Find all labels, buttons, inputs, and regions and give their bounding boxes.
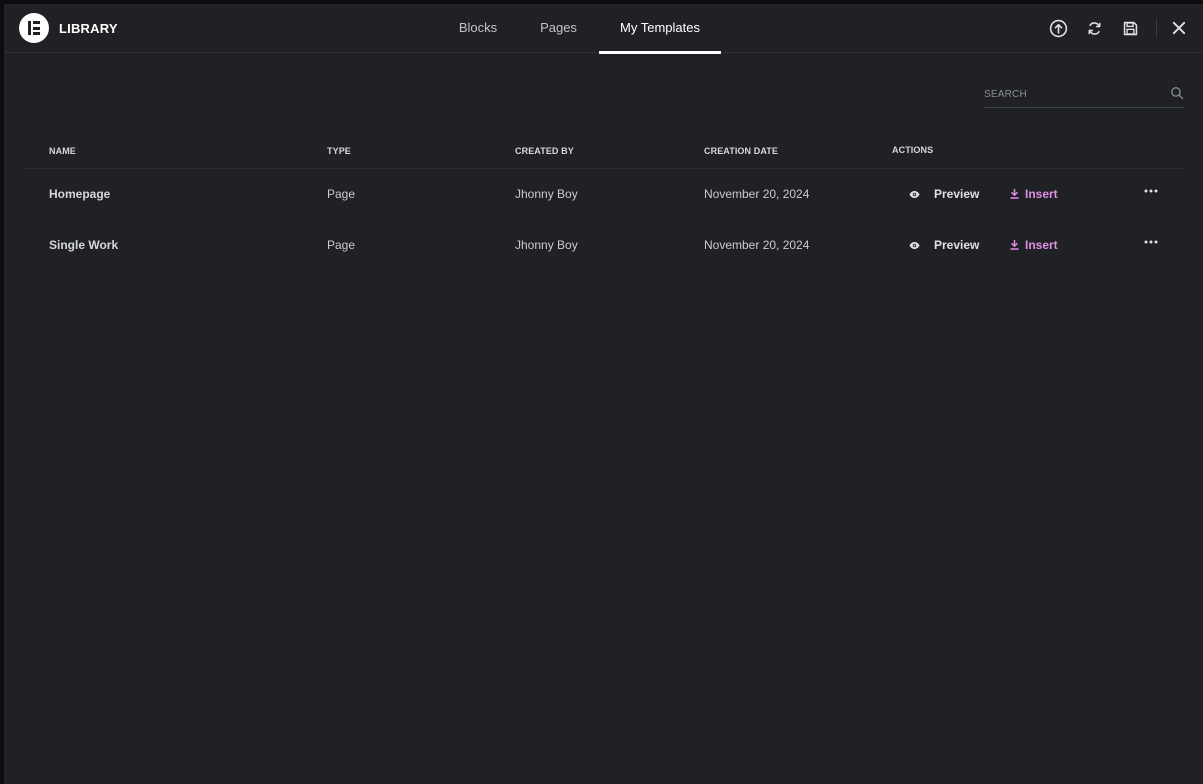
download-icon — [1010, 240, 1019, 250]
header-tools — [1048, 18, 1189, 38]
save-template-button[interactable] — [1120, 18, 1140, 38]
template-author: Jhonny Boy — [515, 238, 578, 252]
column-creation-date: CREATION DATE — [704, 146, 778, 156]
preview-label: Preview — [934, 238, 980, 252]
more-options-button[interactable] — [1142, 183, 1160, 199]
template-name: Single Work — [49, 238, 119, 252]
close-button[interactable] — [1169, 18, 1189, 38]
ellipsis-icon — [1144, 189, 1158, 193]
template-type: Page — [327, 187, 356, 201]
search-box — [984, 84, 1184, 108]
import-template-button[interactable] — [1048, 18, 1068, 38]
eye-icon — [909, 241, 920, 249]
template-author: Jhonny Boy — [515, 187, 578, 201]
column-name: NAME — [49, 146, 76, 156]
search-icon — [1171, 87, 1184, 100]
close-icon — [1172, 21, 1186, 35]
save-icon — [1123, 21, 1137, 35]
library-modal: LIBRARY Blocks Pages My Templates SEARCH… — [4, 4, 1203, 784]
ellipsis-icon — [1144, 240, 1158, 244]
insert-button[interactable]: Insert — [1010, 187, 1058, 201]
column-created-by: CREATED BY — [515, 146, 574, 156]
tab-my-templates[interactable]: My Templates — [599, 4, 721, 54]
tab-pages[interactable]: Pages — [518, 4, 599, 53]
templates-table: NAME TYPE CREATED BY CREATION DATE ACTIO… — [24, 136, 1184, 271]
download-icon — [1010, 189, 1019, 199]
preview-button[interactable]: Preview — [909, 187, 979, 201]
sync-library-button[interactable] — [1084, 18, 1104, 38]
eye-icon — [909, 190, 920, 198]
library-title: LIBRARY — [59, 20, 118, 36]
sync-icon — [1087, 21, 1101, 35]
template-name: Homepage — [49, 187, 111, 201]
more-options-button[interactable] — [1142, 234, 1160, 250]
insert-button[interactable]: Insert — [1010, 238, 1058, 252]
template-date: November 20, 2024 — [704, 187, 810, 201]
insert-label: Insert — [1025, 238, 1058, 252]
table-header: NAME TYPE CREATED BY CREATION DATE ACTIO… — [24, 136, 1184, 169]
library-header: LIBRARY Blocks Pages My Templates — [4, 4, 1203, 54]
tab-blocks[interactable]: Blocks — [438, 4, 518, 53]
tools-divider — [1156, 18, 1157, 38]
column-actions: ACTIONS — [892, 145, 934, 155]
template-type: Page — [327, 238, 356, 252]
elementor-logo-icon — [19, 13, 49, 43]
template-date: November 20, 2024 — [704, 238, 810, 252]
preview-button[interactable]: Preview — [909, 238, 979, 252]
upload-icon — [1049, 19, 1067, 37]
library-branding: LIBRARY — [19, 13, 118, 43]
search-input[interactable] — [984, 84, 1159, 105]
library-tabs: Blocks Pages My Templates — [438, 4, 721, 54]
table-row: Homepage Page Jhonny Boy November 20, 20… — [24, 169, 1184, 220]
column-type: TYPE — [327, 146, 351, 156]
preview-label: Preview — [934, 187, 980, 201]
table-row: Single Work Page Jhonny Boy November 20,… — [24, 220, 1184, 271]
insert-label: Insert — [1025, 187, 1058, 201]
